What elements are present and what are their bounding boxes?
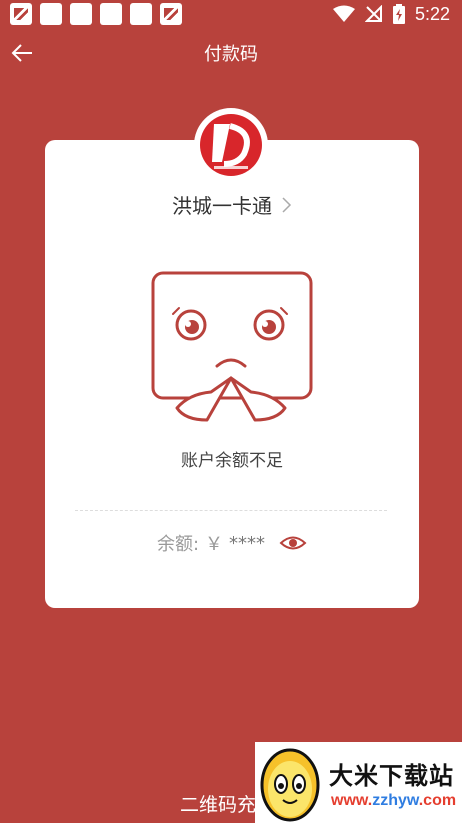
wifi-icon: [332, 5, 355, 22]
balance-label: 余额:: [156, 534, 200, 555]
url-part: www.: [331, 792, 373, 809]
watermark-url: www.zzhyw.com: [331, 792, 456, 810]
card-selector[interactable]: 洪城一卡通: [45, 190, 419, 219]
app-logo: [194, 108, 268, 182]
notification-icons: [10, 3, 182, 25]
divider: [75, 510, 387, 511]
balance-currency: ￥: [205, 534, 224, 555]
notification-icon: [100, 3, 122, 25]
url-part: .com: [418, 792, 457, 809]
egg-mascot-icon: [260, 748, 320, 822]
balance-row: 余额: ￥ ****: [45, 530, 419, 556]
watermark-brand: 大米下载站: [329, 762, 454, 790]
balance-value: ****: [229, 532, 266, 554]
logo-mark-icon: [212, 123, 250, 169]
status-right: 5:22: [332, 3, 450, 25]
chevron-right-icon: [282, 196, 292, 213]
app-notification-icon: [10, 3, 32, 25]
notification-icon: [130, 3, 152, 25]
status-bar: 5:22: [0, 0, 462, 28]
payment-card: 洪城一卡通 账户余额不足 余额: ￥ ****: [45, 140, 419, 608]
app-notification-icon: [160, 3, 182, 25]
nav-bar: 付款码: [0, 28, 462, 78]
notification-icon: [40, 3, 62, 25]
qr-recharge-link[interactable]: 二维码充: [180, 790, 256, 817]
card-name: 洪城一卡通: [172, 194, 272, 218]
watermark-badge: 大米下载站 www.zzhyw.com: [255, 742, 462, 823]
notification-icon: [70, 3, 92, 25]
url-part: zzhyw: [372, 792, 419, 809]
battery-charging-icon: [392, 4, 405, 24]
page-title: 付款码: [204, 44, 258, 65]
insufficient-balance-message: 账户余额不足: [181, 451, 283, 471]
sad-card-illustration: [151, 271, 313, 422]
logo-inner: [200, 114, 262, 176]
status-time: 5:22: [414, 3, 450, 24]
no-signal-icon: [364, 5, 382, 22]
eye-icon[interactable]: [279, 534, 307, 552]
